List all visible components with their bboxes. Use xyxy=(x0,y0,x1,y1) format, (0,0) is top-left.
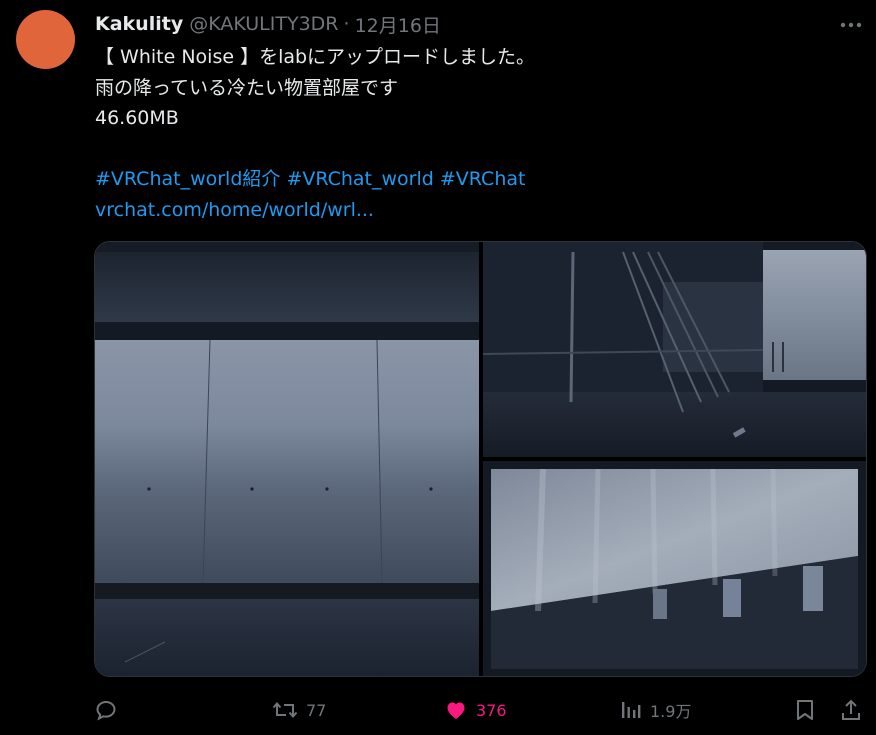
tweet-text-line: 雨の降っている冷たい物置部屋です xyxy=(95,76,399,99)
display-name[interactable]: Kakulity xyxy=(95,13,183,35)
bookmark-button[interactable] xyxy=(794,692,816,728)
heart-icon xyxy=(447,702,465,719)
tweet-header: Kakulity @KAKULITY3DR · 12月16日 xyxy=(95,10,441,38)
retweet-button[interactable]: 77 xyxy=(272,692,326,728)
url-line: vrchat.com/home/world/wrl... xyxy=(95,195,855,226)
reply-button[interactable] xyxy=(94,692,126,728)
share-icon xyxy=(842,699,860,720)
window-scene-image xyxy=(95,242,479,676)
more-dots-icon xyxy=(840,22,862,28)
retweet-count: 77 xyxy=(306,700,327,720)
more-options-button[interactable] xyxy=(834,12,868,38)
media-image-curtain[interactable] xyxy=(483,461,866,676)
tweet-date[interactable]: 12月16日 xyxy=(355,11,441,38)
railing-scene-image xyxy=(483,242,866,457)
views-button[interactable]: 1.9万 xyxy=(620,692,691,728)
user-handle[interactable]: @KAKULITY3DR xyxy=(189,13,338,35)
share-button[interactable] xyxy=(840,692,862,728)
curtain-scene-image xyxy=(483,461,866,676)
hashtag-link[interactable]: #VRChat_world xyxy=(286,168,433,190)
bookmark-icon xyxy=(797,700,813,720)
hashtag-line: #VRChat_world紹介 #VRChat_world #VRChat xyxy=(95,164,855,195)
views-chart-icon xyxy=(622,702,641,718)
hashtag-link[interactable]: #VRChat xyxy=(440,168,526,190)
world-link[interactable]: vrchat.com/home/world/wrl... xyxy=(95,199,374,221)
reply-icon xyxy=(96,700,116,721)
header-separator: · xyxy=(343,13,350,35)
tweet-text-line: 【 White Noise 】をlabにアップロードしました。 xyxy=(95,46,536,68)
action-bar: 77 376 1.9万 xyxy=(94,692,869,728)
hashtag-link[interactable]: #VRChat_world紹介 xyxy=(95,168,280,190)
like-count: 376 xyxy=(476,700,507,720)
media-grid xyxy=(94,241,867,677)
tweet-card[interactable]: Kakulity @KAKULITY3DR · 12月16日 【 White N… xyxy=(0,0,876,735)
retweet-icon xyxy=(272,701,298,719)
media-image-window[interactable] xyxy=(95,242,479,676)
avatar[interactable] xyxy=(16,10,75,69)
media-image-railing[interactable] xyxy=(483,242,866,457)
views-count: 1.9万 xyxy=(650,702,692,721)
like-button[interactable]: 376 xyxy=(444,692,507,728)
tweet-text-line: 46.60MB xyxy=(95,107,179,129)
tweet-text: 【 White Noise 】をlabにアップロードしました。 雨の降っている冷… xyxy=(95,42,855,225)
